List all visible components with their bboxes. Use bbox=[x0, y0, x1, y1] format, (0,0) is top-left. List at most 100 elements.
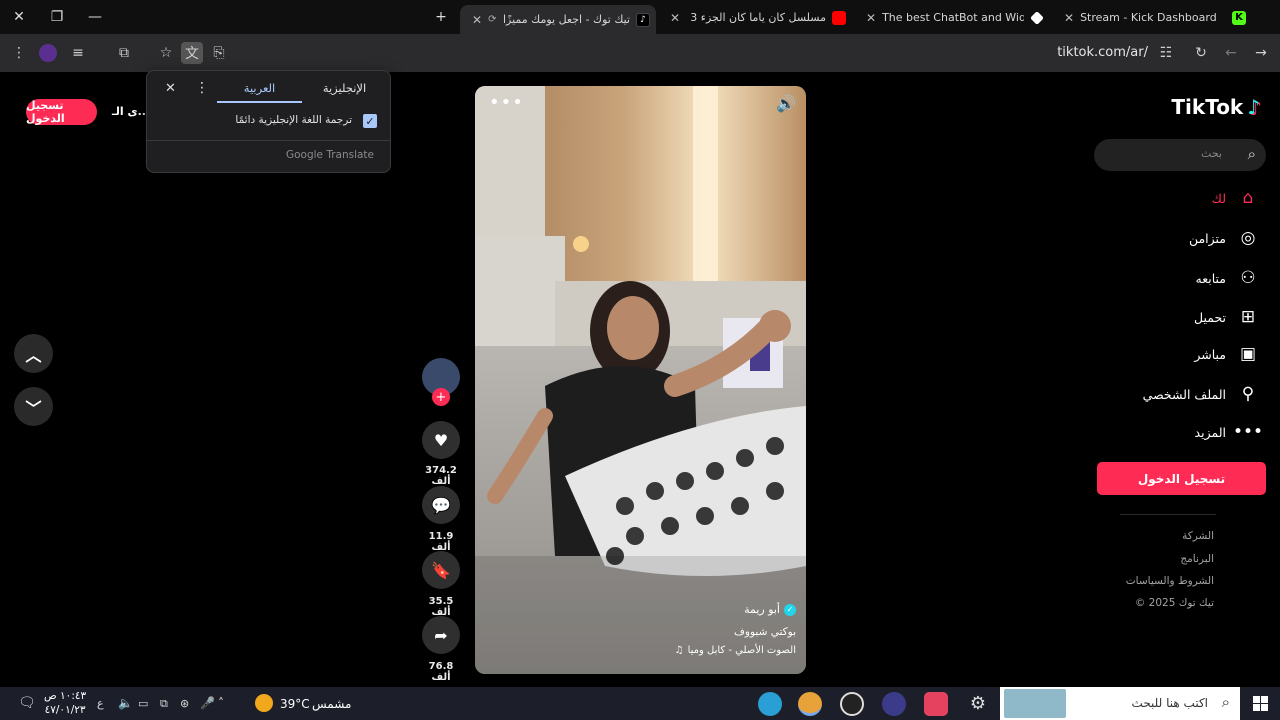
previous-video-button[interactable]: ︿ bbox=[14, 334, 53, 373]
top-login-button[interactable]: تسجيل الدخول bbox=[26, 99, 97, 125]
taskbar-search-placeholder: اكتب هنا للبحث bbox=[1131, 696, 1208, 710]
avatar[interactable] bbox=[37, 42, 59, 64]
chevron-up-icon: ︿ bbox=[25, 345, 42, 365]
volume-icon[interactable]: 🔊 bbox=[776, 94, 796, 113]
start-button[interactable] bbox=[1240, 687, 1280, 720]
nav-for-you[interactable]: لك ⌂ bbox=[1212, 185, 1260, 211]
share-button[interactable]: ➦ bbox=[422, 616, 460, 654]
notifications-icon[interactable]: 🗨 bbox=[18, 695, 36, 711]
bookmark-star-icon[interactable]: ☆ bbox=[155, 42, 177, 64]
tab-english[interactable]: الإنجليزية bbox=[302, 81, 387, 103]
weather-temp: 39°C bbox=[280, 697, 310, 711]
nav-live[interactable]: مباشر ▣ bbox=[1194, 341, 1260, 367]
sidebar-divider bbox=[1120, 514, 1216, 515]
tab-title: Stream - Kick Dashboard bbox=[1080, 11, 1217, 24]
close-tab-icon[interactable]: ✕ bbox=[472, 13, 482, 27]
site-settings-icon[interactable]: ☷ bbox=[1155, 42, 1177, 64]
live-icon: ▣ bbox=[1239, 344, 1257, 364]
volume-tray-icon[interactable]: 🔈 bbox=[118, 696, 133, 710]
nav-following[interactable]: متابعه ⚇ bbox=[1196, 265, 1261, 291]
comment-count: 11.9 ألف bbox=[428, 531, 454, 553]
translate-popup: ✕ ⋮ العربية الإنجليزية ✓ ترجمة اللغة الإ… bbox=[146, 70, 391, 173]
tiktok-logo[interactable]: TikTok ♪ bbox=[1171, 95, 1260, 119]
address-bar[interactable]: tiktok.com/ar/ bbox=[1057, 45, 1148, 60]
app-icon-obs[interactable] bbox=[840, 692, 864, 716]
restore-window-icon[interactable]: ❐ bbox=[38, 0, 76, 34]
tiktok-logo-text: TikTok bbox=[1171, 95, 1244, 119]
popup-menu-icon[interactable]: ⋮ bbox=[195, 80, 209, 96]
media-controls-icon[interactable]: ≡ bbox=[67, 42, 89, 64]
minimize-window-icon[interactable]: — bbox=[76, 0, 114, 34]
menu-dots-icon[interactable]: ⋮ bbox=[8, 42, 30, 64]
new-tab-icon[interactable]: + bbox=[422, 0, 460, 34]
tab-title: تيك توك - اجعل يومك مميزًا bbox=[502, 13, 630, 26]
nav-label: مباشر bbox=[1194, 346, 1226, 362]
search-icon: ⌕ bbox=[1221, 693, 1230, 711]
browser-tab-strip: ✕ ❐ — + ✕ ⟳ تيك توك - اجعل يومك مميزًا ♪… bbox=[0, 0, 1280, 34]
video-sound: الصوت الأصلي - كابل وميا bbox=[687, 645, 796, 656]
nav-label: تحميل bbox=[1193, 309, 1226, 325]
footer-terms[interactable]: الشروط والسياسات bbox=[1126, 575, 1214, 587]
video-frame bbox=[475, 86, 806, 674]
footer-program[interactable]: البرنامج bbox=[1180, 553, 1214, 565]
forward-icon[interactable]: ← bbox=[1220, 42, 1242, 64]
edge-taskbar-icon[interactable] bbox=[758, 692, 782, 716]
close-tab-icon[interactable]: ✕ bbox=[1064, 11, 1074, 25]
close-window-icon[interactable]: ✕ bbox=[0, 0, 38, 34]
extensions-icon[interactable]: ⧉ bbox=[113, 42, 135, 64]
network-icon[interactable]: ⊛ bbox=[180, 697, 189, 710]
tab-series[interactable]: ✕ مسلسل كان ياما كان الجزء 3 الثالث bbox=[658, 5, 852, 30]
kick-favicon-icon: K bbox=[1232, 10, 1246, 25]
translate-icon[interactable]: 文 bbox=[181, 42, 203, 64]
microphone-icon[interactable]: 🎤 bbox=[200, 696, 215, 710]
media-icon: ⟳ bbox=[488, 14, 497, 25]
tab-tiktok[interactable]: ✕ ⟳ تيك توك - اجعل يومك مميزًا ♪ bbox=[460, 5, 656, 34]
chrome-taskbar-icon[interactable] bbox=[798, 692, 822, 716]
close-tab-icon[interactable]: ✕ bbox=[866, 11, 876, 25]
video-author[interactable]: أبو ريمة bbox=[744, 603, 780, 616]
youtube-favicon-icon bbox=[832, 10, 846, 25]
footer-company[interactable]: الشركة bbox=[1182, 530, 1214, 542]
like-button[interactable]: ♥ bbox=[422, 421, 460, 459]
cast-icon[interactable]: ⎘ bbox=[208, 42, 230, 64]
video-more-icon[interactable]: ••• bbox=[489, 92, 524, 113]
popup-divider bbox=[147, 140, 390, 141]
video-player[interactable]: ••• 🔊 أبو ريمة ✓ بوكتي شبووف ♫ الصوت الأ… bbox=[475, 86, 806, 674]
nav-profile[interactable]: الملف الشخصي ⚲ bbox=[1143, 381, 1260, 407]
nav-upload[interactable]: تحميل ⊞ bbox=[1194, 304, 1260, 330]
heart-icon: ♥ bbox=[433, 430, 449, 450]
close-popup-icon[interactable]: ✕ bbox=[165, 81, 176, 96]
clock[interactable]: ١٠:٤٣ ص ٤٧/٠١/٢٣ bbox=[44, 689, 86, 717]
always-translate-checkbox[interactable]: ✓ bbox=[363, 114, 377, 128]
tiktok-note-icon: ♪ bbox=[1247, 95, 1260, 119]
reload-icon[interactable]: ↻ bbox=[1190, 42, 1212, 64]
tab-kick[interactable]: ✕ Stream - Kick Dashboard K bbox=[1052, 5, 1252, 30]
login-button[interactable]: تسجيل الدخول bbox=[1097, 462, 1266, 495]
input-language[interactable]: ع bbox=[97, 697, 104, 710]
get-app-link[interactable]: ى الـ... bbox=[112, 105, 150, 118]
search-box[interactable]: بحث ⌕ bbox=[1094, 139, 1266, 171]
video-sound-row[interactable]: ♫ الصوت الأصلي - كابل وميا bbox=[675, 645, 796, 656]
next-video-button[interactable]: ﹀ bbox=[14, 387, 53, 426]
tray-chevron-up-icon[interactable]: ˄ bbox=[218, 696, 224, 710]
taskbar-search[interactable]: اكتب هنا للبحث ⌕ bbox=[1000, 687, 1240, 720]
follow-plus-icon[interactable]: + bbox=[432, 388, 450, 406]
upload-icon: ⊞ bbox=[1240, 307, 1256, 327]
chatbot-favicon-icon bbox=[1030, 10, 1044, 25]
nav-more[interactable]: المزيد ••• bbox=[1195, 419, 1264, 445]
tab-chatbot[interactable]: ✕ The best ChatBot and Widgets bbox=[854, 5, 1050, 30]
search-icon[interactable]: ⌕ bbox=[1248, 145, 1256, 163]
app-icon-red[interactable] bbox=[924, 692, 948, 716]
app-icon-discord[interactable] bbox=[882, 692, 906, 716]
comment-button[interactable]: 💬 bbox=[422, 486, 460, 524]
tab-arabic[interactable]: العربية bbox=[217, 81, 302, 103]
tray-app-icon[interactable]: ⧉ bbox=[160, 697, 168, 711]
nav-label: لك bbox=[1211, 190, 1226, 206]
settings-gear-icon[interactable]: ⚙ bbox=[966, 692, 990, 716]
save-button[interactable]: 🔖 bbox=[422, 551, 460, 589]
close-tab-icon[interactable]: ✕ bbox=[670, 11, 680, 25]
nav-explore[interactable]: متزامن ◎ bbox=[1189, 225, 1260, 251]
back-icon[interactable]: → bbox=[1250, 42, 1272, 64]
compass-icon: ◎ bbox=[1240, 228, 1256, 248]
monitor-icon[interactable]: ▭ bbox=[138, 697, 148, 710]
